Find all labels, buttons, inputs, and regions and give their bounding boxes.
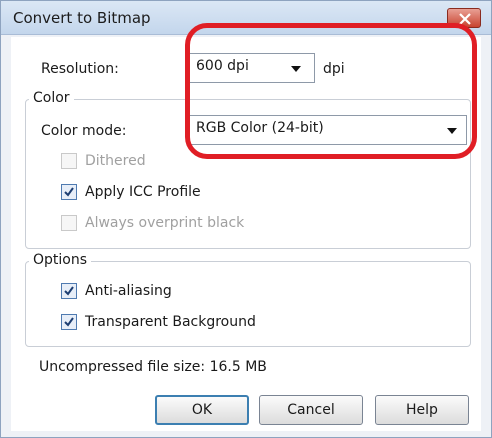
apply-icc-label: Apply ICC Profile xyxy=(85,184,201,200)
dithered-checkbox[interactable] xyxy=(61,153,77,169)
cancel-button-label: Cancel xyxy=(287,402,335,418)
transparent-bg-checkbox[interactable] xyxy=(61,314,77,330)
resolution-label: Resolution: xyxy=(41,61,119,77)
file-size-text: Uncompressed file size: 16.5 MB xyxy=(39,359,267,375)
dialog-title: Convert to Bitmap xyxy=(13,9,151,27)
anti-aliasing-checkbox[interactable] xyxy=(61,283,77,299)
help-button[interactable]: Help xyxy=(375,395,469,425)
color-mode-value: RGB Color (24-bit) xyxy=(196,120,324,136)
title-bar[interactable]: Convert to Bitmap xyxy=(1,1,491,35)
dialog-window: Convert to Bitmap Resolution: 600 dpi dp… xyxy=(0,0,492,438)
anti-aliasing-label: Anti-aliasing xyxy=(85,283,172,299)
resolution-unit: dpi xyxy=(323,61,345,77)
color-group-legend: Color xyxy=(29,90,74,106)
resolution-value: 600 dpi xyxy=(196,58,249,74)
overprint-checkbox[interactable] xyxy=(61,215,77,231)
dialog-body: Resolution: 600 dpi dpi Color Color mode… xyxy=(11,37,481,431)
close-button[interactable] xyxy=(447,8,481,28)
chevron-down-icon xyxy=(447,128,457,134)
overprint-label: Always overprint black xyxy=(85,215,245,231)
help-button-label: Help xyxy=(406,402,438,418)
ok-button[interactable]: OK xyxy=(155,395,249,425)
chevron-down-icon xyxy=(291,66,301,72)
dithered-label: Dithered xyxy=(85,153,146,169)
options-group xyxy=(25,261,471,347)
close-icon xyxy=(459,13,471,25)
checkmark-icon xyxy=(64,317,74,327)
color-mode-label: Color mode: xyxy=(41,123,127,139)
checkmark-icon xyxy=(64,286,74,296)
resolution-combo[interactable]: 600 dpi xyxy=(189,53,315,83)
checkmark-icon xyxy=(64,187,74,197)
apply-icc-checkbox[interactable] xyxy=(61,184,77,200)
cancel-button[interactable]: Cancel xyxy=(259,395,363,425)
ok-button-label: OK xyxy=(191,402,213,418)
transparent-bg-label: Transparent Background xyxy=(85,314,256,330)
color-mode-combo[interactable]: RGB Color (24-bit) xyxy=(189,115,467,145)
options-group-legend: Options xyxy=(29,252,92,268)
